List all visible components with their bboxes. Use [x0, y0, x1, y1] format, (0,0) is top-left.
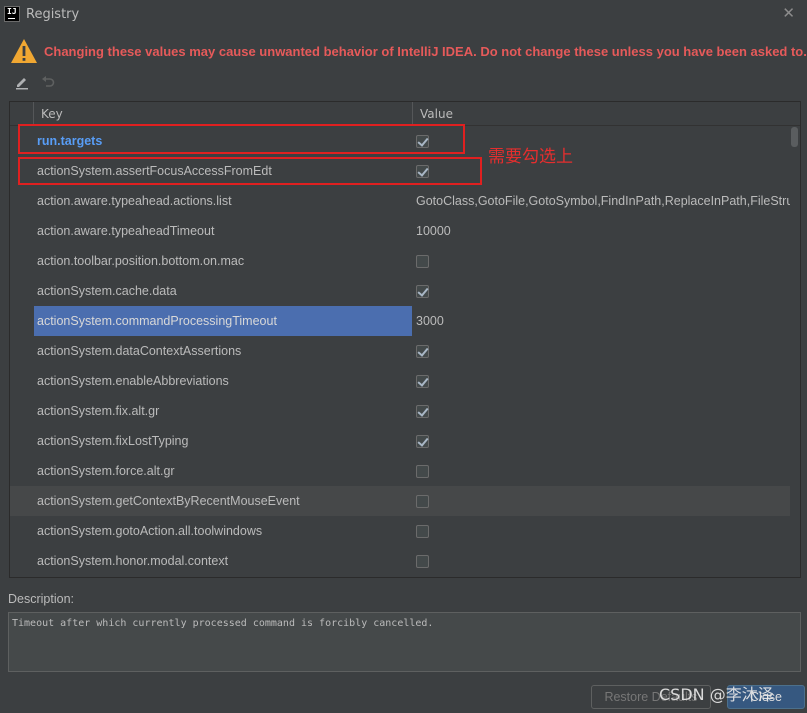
table-row[interactable]: actionSystem.enableAbbreviations [10, 366, 790, 396]
table-row[interactable]: actionSystem.assertFocusAccessFromEdt [10, 156, 790, 186]
registry-key[interactable]: action.aware.typeaheadTimeout [34, 216, 412, 246]
edit-icon [16, 78, 28, 90]
table-row[interactable]: action.aware.typeahead.actions.list GotoC… [10, 186, 790, 216]
intellij-app-icon: IJ [4, 6, 20, 22]
warning-banner: Changing these values may cause unwanted… [10, 38, 807, 66]
registry-key[interactable]: actionSystem.cache.data [34, 276, 412, 306]
table-row[interactable]: actionSystem.fix.alt.gr [10, 396, 790, 426]
registry-value[interactable]: GotoClass,GotoFile,GotoSymbol,FindInPath… [416, 186, 790, 216]
table-row[interactable]: actionSystem.commandProcessingTimeout 300… [10, 306, 790, 336]
checkbox-checked[interactable] [416, 165, 429, 178]
registry-key[interactable]: actionSystem.enableAbbreviations [34, 366, 412, 396]
checkbox-unchecked[interactable] [416, 495, 429, 508]
vertical-scrollbar[interactable] [791, 127, 798, 577]
warning-icon [11, 39, 37, 63]
checkbox-checked[interactable] [416, 375, 429, 388]
checkbox-unchecked[interactable] [416, 555, 429, 568]
table-rows: run.targets actionSystem.assertFocusAcces… [10, 126, 790, 576]
watermark: CSDN @李沐泽 [659, 685, 774, 704]
checkbox-checked[interactable] [416, 285, 429, 298]
registry-key[interactable]: action.aware.typeahead.actions.list [34, 186, 412, 216]
table-row[interactable]: actionSystem.gotoAction.all.toolwindows [10, 516, 790, 546]
table-row[interactable]: actionSystem.getContextByRecentMouseEven… [10, 486, 790, 516]
annotation-text: 需要勾选上 [488, 147, 573, 167]
checkbox-checked[interactable] [416, 135, 429, 148]
table-row[interactable]: run.targets [10, 126, 790, 156]
table-row[interactable]: action.toolbar.position.bottom.on.mac [10, 246, 790, 276]
description-label: Description: [8, 592, 74, 606]
registry-key[interactable]: run.targets [34, 126, 412, 156]
registry-table: Key Value run.targets actionSystem.assert… [9, 101, 801, 578]
table-row[interactable]: actionSystem.honor.modal.context [10, 546, 790, 576]
checkbox-checked[interactable] [416, 435, 429, 448]
warning-text: Changing these values may cause unwanted… [44, 44, 807, 59]
registry-key[interactable]: actionSystem.fixLostTyping [34, 426, 412, 456]
description-text: Timeout after which currently processed … [8, 612, 801, 672]
window-title: Registry [26, 7, 80, 22]
registry-key[interactable]: action.toolbar.position.bottom.on.mac [34, 246, 412, 276]
registry-key[interactable]: actionSystem.dataContextAssertions [34, 336, 412, 366]
checkbox-unchecked[interactable] [416, 525, 429, 538]
checkbox-unchecked[interactable] [416, 255, 429, 268]
table-row[interactable]: actionSystem.cache.data [10, 276, 790, 306]
registry-key[interactable]: actionSystem.honor.modal.context [34, 546, 412, 576]
column-divider[interactable] [412, 102, 413, 126]
checkbox-checked[interactable] [416, 405, 429, 418]
registry-key[interactable]: actionSystem.fix.alt.gr [34, 396, 412, 426]
registry-value[interactable]: 3000 [416, 306, 790, 336]
column-divider [33, 102, 34, 126]
column-header-value[interactable]: Value [420, 107, 453, 121]
registry-value[interactable]: 10000 [416, 216, 790, 246]
registry-key[interactable]: actionSystem.commandProcessingTimeout [34, 306, 412, 336]
checkbox-checked[interactable] [416, 345, 429, 358]
revert-icon [42, 76, 55, 87]
registry-key[interactable]: actionSystem.assertFocusAccessFromEdt [34, 156, 412, 186]
edit-button[interactable] [12, 72, 32, 92]
column-header-key[interactable]: Key [41, 107, 63, 121]
scrollbar-thumb[interactable] [791, 127, 798, 147]
table-row[interactable]: actionSystem.force.alt.gr [10, 456, 790, 486]
table-row[interactable]: actionSystem.fixLostTyping [10, 426, 790, 456]
registry-key[interactable]: actionSystem.getContextByRecentMouseEven… [34, 486, 412, 516]
checkbox-unchecked[interactable] [416, 465, 429, 478]
revert-button[interactable] [38, 72, 58, 92]
table-row[interactable]: actionSystem.dataContextAssertions [10, 336, 790, 366]
table-header: Key Value [10, 102, 800, 126]
window-close-icon[interactable]: ✕ [782, 4, 795, 22]
title-bar: IJ Registry ✕ [0, 0, 807, 30]
registry-key[interactable]: actionSystem.force.alt.gr [34, 456, 412, 486]
table-row[interactable]: action.aware.typeaheadTimeout 10000 [10, 216, 790, 246]
registry-key[interactable]: actionSystem.gotoAction.all.toolwindows [34, 516, 412, 546]
